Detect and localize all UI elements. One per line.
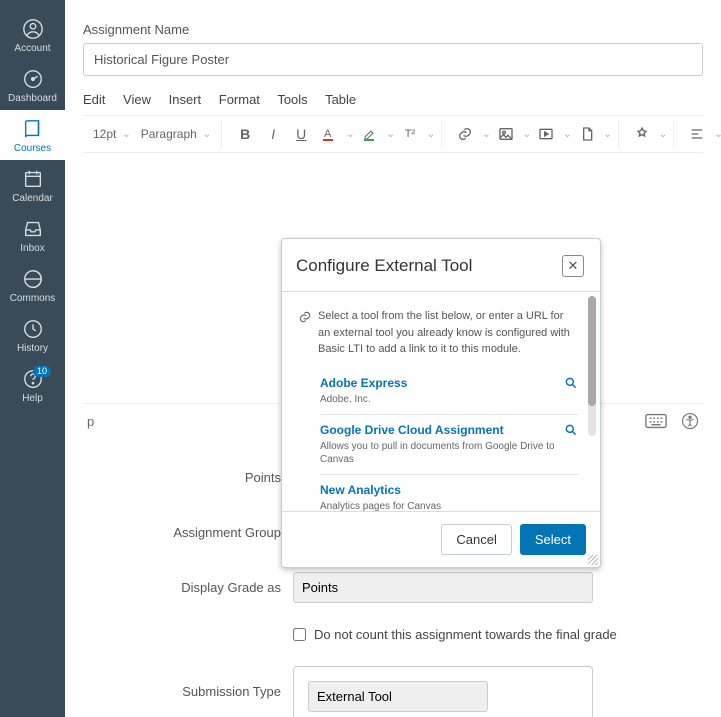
chevron-down-icon[interactable]: ⌄	[659, 129, 667, 140]
rte-block-dropdown[interactable]: Paragraph ⌄	[137, 127, 215, 141]
chevron-down-icon[interactable]: ⌄	[523, 129, 531, 140]
assignment-name-label: Assignment Name	[83, 22, 703, 37]
points-label: Points	[83, 470, 293, 485]
close-icon: ✕	[568, 258, 579, 274]
assignment-group-label: Assignment Group	[83, 525, 293, 540]
media-button[interactable]	[533, 121, 559, 147]
keyboard-icon[interactable]	[645, 413, 667, 429]
rte-toolbar: 12pt ⌄ Paragraph ⌄ B I U A ⌄ ⌄ T² ⌄ ⌄	[83, 115, 703, 153]
tool-subtitle: Analytics pages for Canvas	[320, 500, 578, 512]
bold-button[interactable]: B	[232, 121, 258, 147]
nav-calendar[interactable]: Calendar	[0, 160, 65, 210]
modal-title: Configure External Tool	[296, 256, 472, 276]
image-button[interactable]	[493, 121, 519, 147]
nav-label: Account	[14, 43, 50, 54]
chevron-down-icon[interactable]: ⌄	[427, 129, 435, 140]
clock-icon	[21, 317, 45, 341]
nav-commons[interactable]: Commons	[0, 260, 65, 310]
modal-description: Select a tool from the list below, or en…	[318, 308, 578, 358]
scrollbar-thumb[interactable]	[588, 296, 596, 406]
resize-grip[interactable]	[588, 555, 598, 565]
tool-list: Adobe Express Adobe, Inc. Google Drive C…	[320, 368, 578, 512]
display-grade-select[interactable]: Points	[293, 572, 593, 603]
highlight-button[interactable]	[357, 121, 383, 147]
search-icon[interactable]	[564, 423, 578, 437]
nav-label: Inbox	[20, 243, 44, 254]
chevron-down-icon[interactable]: ⌄	[563, 129, 571, 140]
global-nav: Account Dashboard Courses Calendar Inbox…	[0, 0, 65, 717]
share-icon	[21, 267, 45, 291]
rte-menu-edit[interactable]: Edit	[83, 92, 105, 107]
modal-close-button[interactable]: ✕	[562, 255, 584, 277]
rte-menu-insert[interactable]: Insert	[169, 92, 202, 107]
calendar-icon	[21, 167, 45, 191]
nav-history[interactable]: History	[0, 310, 65, 360]
chevron-down-icon: ⌄	[122, 129, 130, 140]
assignment-name-input[interactable]	[83, 43, 703, 76]
nav-label: Commons	[10, 293, 56, 304]
rte-font-size-dropdown[interactable]: 12pt ⌄	[89, 127, 135, 141]
inbox-icon	[21, 217, 45, 241]
nav-label: Help	[22, 393, 43, 404]
nav-label: Dashboard	[8, 93, 57, 104]
rte-path: p	[87, 414, 94, 429]
book-icon	[21, 117, 45, 141]
nav-dashboard[interactable]: Dashboard	[0, 60, 65, 110]
rte-font-size-value: 12pt	[93, 127, 116, 141]
help-badge: 10	[33, 366, 51, 377]
gauge-icon	[21, 67, 45, 91]
document-button[interactable]	[574, 121, 600, 147]
tool-name: New Analytics	[320, 483, 578, 497]
text-color-button[interactable]: A	[316, 121, 342, 147]
chevron-down-icon[interactable]: ⌄	[482, 129, 490, 140]
cancel-button[interactable]: Cancel	[441, 524, 511, 555]
chevron-down-icon[interactable]: ⌄	[387, 129, 395, 140]
display-grade-label: Display Grade as	[83, 580, 293, 595]
tool-name: Google Drive Cloud Assignment	[320, 423, 578, 437]
link-button[interactable]	[452, 121, 478, 147]
nav-account[interactable]: Account	[0, 10, 65, 60]
nav-label: Courses	[14, 143, 51, 154]
nav-help[interactable]: 10 Help	[0, 360, 65, 410]
svg-text:A: A	[324, 128, 332, 140]
submission-type-box: External Tool	[293, 666, 593, 717]
submission-type-label: Submission Type	[83, 666, 293, 699]
nav-label: History	[17, 343, 48, 354]
rte-menubar: Edit View Insert Format Tools Table	[83, 92, 703, 107]
select-button[interactable]: Select	[520, 524, 586, 555]
submission-type-select[interactable]: External Tool	[308, 681, 488, 712]
rte-menu-view[interactable]: View	[123, 92, 151, 107]
tool-name: Adobe Express	[320, 376, 578, 390]
chevron-down-icon[interactable]: ⌄	[346, 129, 354, 140]
chevron-down-icon: ⌄	[203, 129, 211, 140]
rte-block-value: Paragraph	[141, 127, 197, 141]
nav-courses[interactable]: Courses	[0, 110, 65, 160]
configure-external-tool-modal: Configure External Tool ✕ Select a tool …	[281, 238, 601, 568]
apps-button[interactable]	[629, 121, 655, 147]
tool-item[interactable]: Google Drive Cloud Assignment Allows you…	[320, 415, 578, 475]
tool-item[interactable]: New Analytics Analytics pages for Canvas	[320, 475, 578, 512]
no-count-checkbox[interactable]	[293, 628, 306, 641]
superscript-button[interactable]: T²	[397, 121, 423, 147]
tool-item[interactable]: Adobe Express Adobe, Inc.	[320, 368, 578, 415]
link-icon	[298, 310, 312, 358]
tool-subtitle: Adobe, Inc.	[320, 393, 578, 406]
user-circle-icon	[21, 17, 45, 41]
nav-inbox[interactable]: Inbox	[0, 210, 65, 260]
accessibility-icon[interactable]	[681, 412, 699, 430]
chevron-down-icon[interactable]: ⌄	[604, 129, 612, 140]
rte-menu-tools[interactable]: Tools	[277, 92, 307, 107]
rte-menu-format[interactable]: Format	[219, 92, 260, 107]
tool-subtitle: Allows you to pull in documents from Goo…	[320, 440, 578, 466]
italic-button[interactable]: I	[260, 121, 286, 147]
no-count-label: Do not count this assignment towards the…	[314, 627, 617, 642]
underline-button[interactable]: U	[288, 121, 314, 147]
nav-label: Calendar	[12, 193, 53, 204]
chevron-down-icon[interactable]: ⌄	[714, 129, 721, 140]
search-icon[interactable]	[564, 376, 578, 390]
rte-menu-table[interactable]: Table	[325, 92, 356, 107]
align-button[interactable]	[684, 121, 710, 147]
